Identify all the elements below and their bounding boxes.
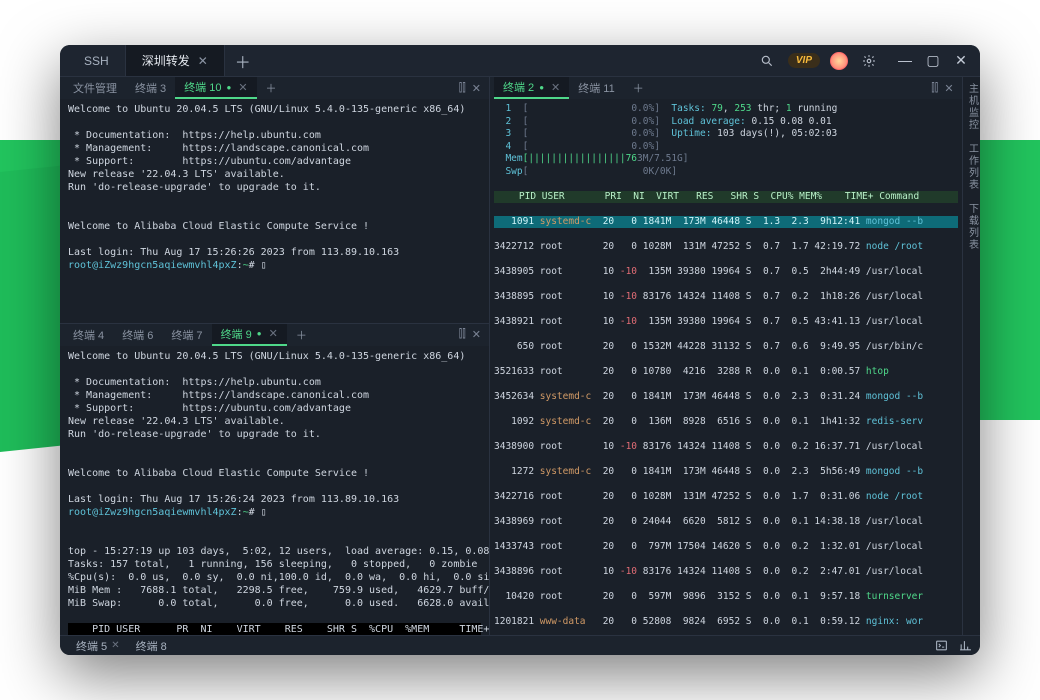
status-tab-terminal-8[interactable]: 终端 8 (128, 638, 175, 654)
side-rail: 主机监控 工作列表 下载列表 (962, 77, 980, 635)
status-bar: 终端 5 ✕ 终端 8 (60, 635, 980, 655)
vip-badge[interactable]: VIP (788, 53, 820, 68)
close-icon[interactable]: ✕ (269, 327, 278, 340)
add-pane-tab[interactable]: ＋ (287, 324, 316, 346)
pane-right: 终端 2●✕ 终端 11 ＋ ⫿⫿ ✕ 1 [ 0.0%] Tasks: 79,… (490, 77, 962, 635)
app-window: SSH 深圳转发 ✕ ＋ VIP — ▢ ✕ (60, 45, 980, 655)
split-icon[interactable]: ⫿⫿ (459, 328, 466, 341)
split-icon[interactable]: ⫿⫿ (459, 82, 466, 95)
avatar[interactable] (830, 52, 848, 70)
main-tab-label: SSH (84, 54, 109, 68)
pane-top-left: 文件管理 终端 3 终端 10●✕ ＋ ⫿⫿ ✕ Welcome to Ubun… (60, 77, 489, 323)
add-tab-button[interactable]: ＋ (225, 49, 261, 73)
pane-tabs: 终端 2●✕ 终端 11 ＋ ⫿⫿ ✕ (490, 77, 962, 99)
status-tab-terminal-5[interactable]: 终端 5 ✕ (68, 638, 128, 654)
panes: 文件管理 终端 3 终端 10●✕ ＋ ⫿⫿ ✕ Welcome to Ubun… (60, 77, 980, 635)
maximize-button[interactable]: ▢ (922, 52, 944, 69)
main-tab-label: 深圳转发 (142, 52, 190, 69)
minimize-button[interactable]: — (894, 52, 916, 69)
pane-bottom-left: 终端 4 终端 6 终端 7 终端 9●✕ ＋ ⫿⫿ ✕ Welcome to … (60, 323, 489, 635)
tab-terminal-7[interactable]: 终端 7 (162, 324, 211, 346)
search-icon[interactable] (756, 50, 778, 72)
tab-terminal-6[interactable]: 终端 6 (113, 324, 162, 346)
pane-tabs: 文件管理 终端 3 终端 10●✕ ＋ ⫿⫿ ✕ (60, 77, 489, 99)
tab-terminal-10[interactable]: 终端 10●✕ (175, 77, 256, 99)
tab-terminal-3[interactable]: 终端 3 (126, 77, 175, 99)
tab-file-manager[interactable]: 文件管理 (64, 77, 126, 99)
side-rail-item[interactable]: 下载列表 (965, 203, 980, 251)
window-controls: — ▢ ✕ (894, 52, 972, 69)
add-pane-tab[interactable]: ＋ (624, 77, 653, 99)
pane-tabs: 终端 4 终端 6 终端 7 终端 9●✕ ＋ ⫿⫿ ✕ (60, 324, 489, 346)
title-bar: SSH 深圳转发 ✕ ＋ VIP — ▢ ✕ (60, 45, 980, 77)
main-tab-shenzhen[interactable]: 深圳转发 ✕ (126, 45, 225, 76)
tab-terminal-9[interactable]: 终端 9●✕ (212, 324, 287, 346)
activity-dot-icon: ● (226, 83, 231, 92)
add-pane-tab[interactable]: ＋ (257, 77, 286, 99)
main-tab-ssh[interactable]: SSH (68, 45, 126, 76)
activity-dot-icon: ● (539, 83, 544, 92)
left-column: 文件管理 终端 3 终端 10●✕ ＋ ⫿⫿ ✕ Welcome to Ubun… (60, 77, 490, 635)
close-icon[interactable]: ✕ (198, 54, 208, 68)
close-icon[interactable]: ✕ (551, 81, 560, 94)
terminal-output[interactable]: Welcome to Ubuntu 20.04.5 LTS (GNU/Linux… (60, 99, 489, 323)
title-bar-right: VIP — ▢ ✕ (756, 50, 972, 72)
close-button[interactable]: ✕ (950, 52, 972, 69)
main-tabs: SSH 深圳转发 ✕ ＋ (68, 45, 261, 76)
tab-terminal-4[interactable]: 终端 4 (64, 324, 113, 346)
terminal-output[interactable]: 1 [ 0.0%] Tasks: 79, 253 thr; 1 running … (490, 99, 962, 635)
side-rail-item[interactable]: 主机监控 (965, 83, 980, 131)
tab-terminal-2[interactable]: 终端 2●✕ (494, 77, 569, 99)
close-pane-icon[interactable]: ✕ (944, 82, 953, 95)
close-pane-icon[interactable]: ✕ (472, 328, 481, 341)
gear-icon[interactable] (858, 50, 880, 72)
stats-icon[interactable] (958, 639, 972, 653)
tab-terminal-11[interactable]: 终端 11 (569, 77, 623, 99)
activity-dot-icon: ● (257, 329, 262, 338)
close-icon[interactable]: ✕ (111, 640, 119, 651)
right-column: 终端 2●✕ 终端 11 ＋ ⫿⫿ ✕ 1 [ 0.0%] Tasks: 79,… (490, 77, 962, 635)
terminal-icon[interactable] (934, 639, 948, 653)
side-rail-item[interactable]: 工作列表 (965, 143, 980, 191)
split-icon[interactable]: ⫿⫿ (931, 82, 938, 95)
terminal-output[interactable]: Welcome to Ubuntu 20.04.5 LTS (GNU/Linux… (60, 346, 489, 635)
close-pane-icon[interactable]: ✕ (472, 82, 481, 95)
close-icon[interactable]: ✕ (238, 81, 247, 94)
